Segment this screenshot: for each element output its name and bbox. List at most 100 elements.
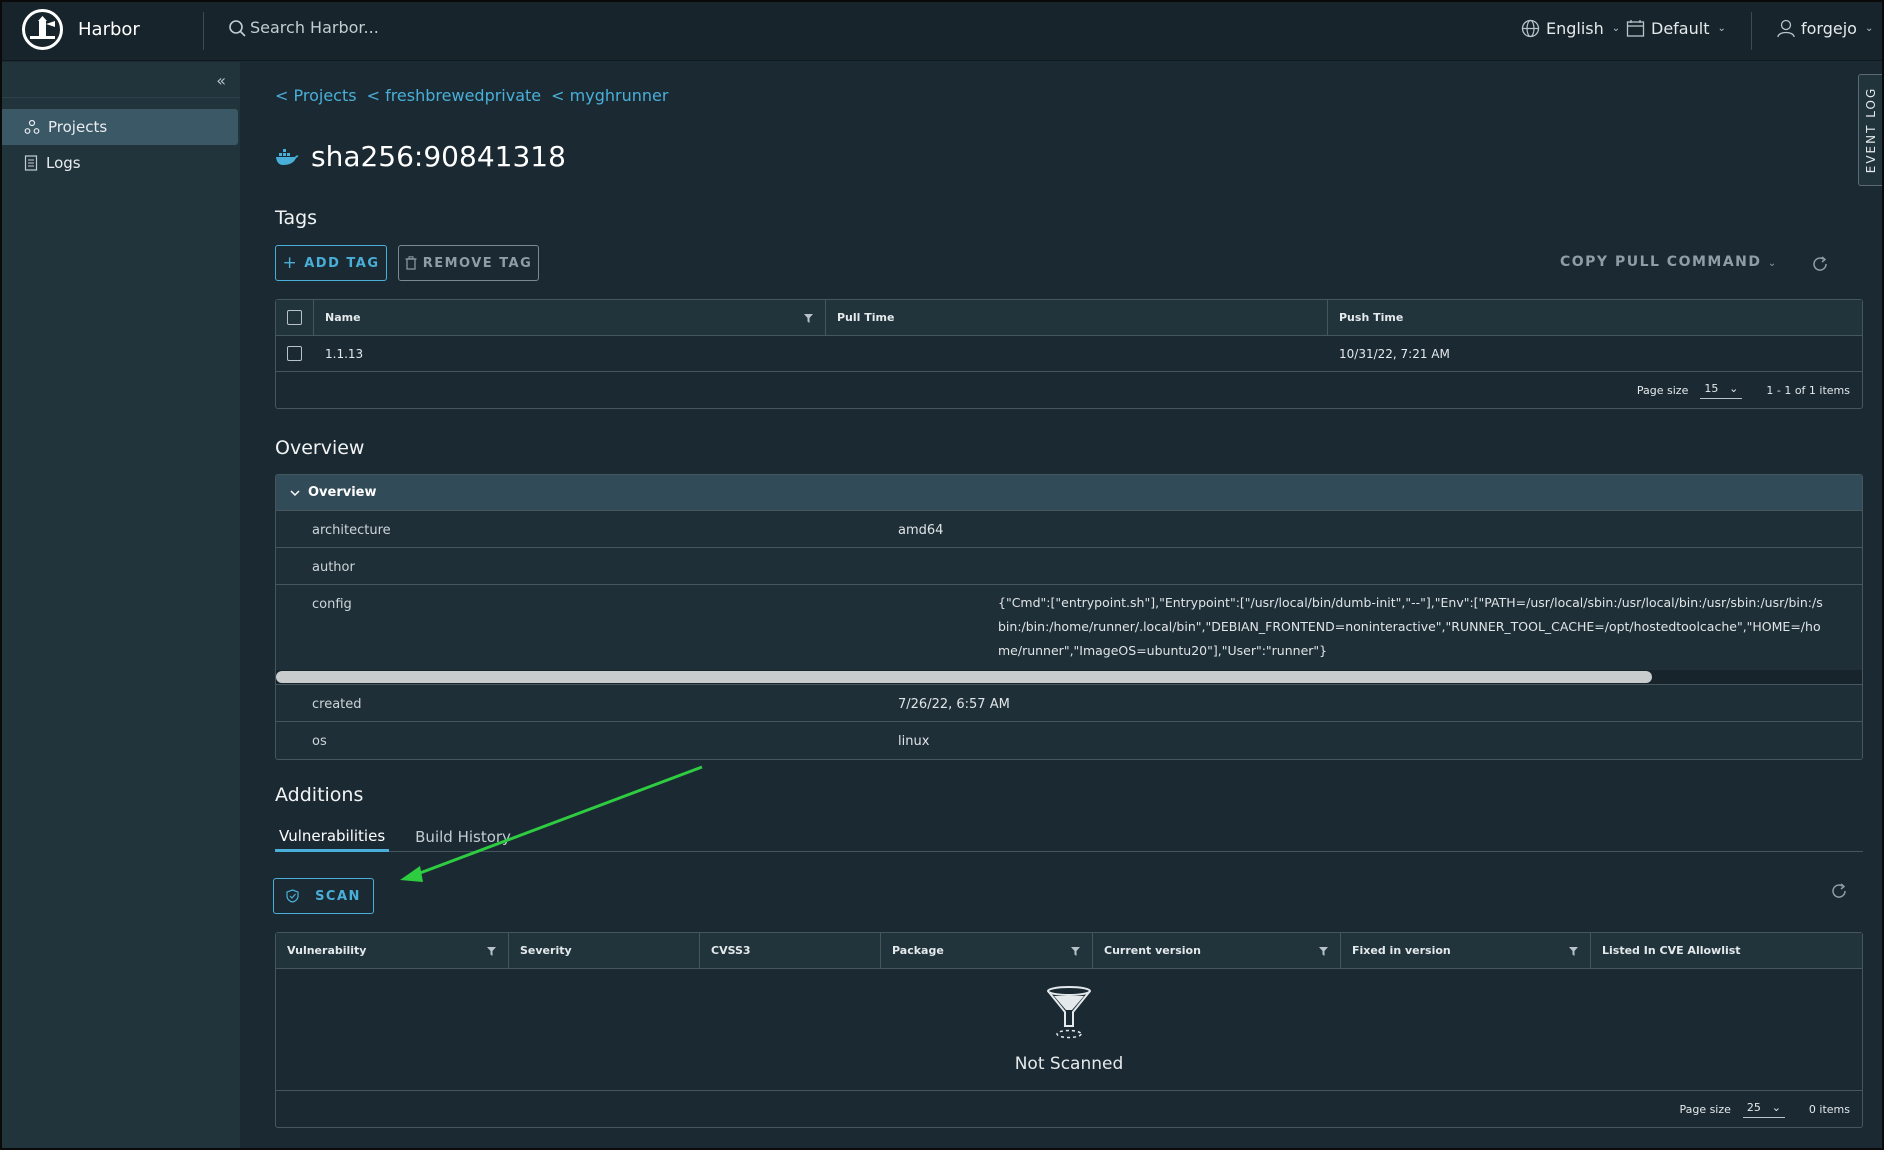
sidebar: « Projects Logs	[2, 62, 240, 1148]
page-size-select[interactable]: 15 ⌄	[1700, 381, 1743, 399]
collapse-sidebar-icon[interactable]: «	[216, 71, 226, 90]
scrollbar-thumb[interactable]	[276, 671, 1652, 684]
refresh-tags-icon[interactable]	[1811, 255, 1829, 273]
chevron-down-icon: ⌄	[1611, 23, 1621, 34]
row-select-cell	[276, 336, 314, 371]
event-log-label: EVENT LOG	[1863, 86, 1878, 174]
language-dropdown[interactable]: English ⌄	[1521, 19, 1620, 38]
column-label: Name	[325, 311, 361, 324]
column-label: Pull Time	[837, 311, 895, 324]
overview-stack-header[interactable]: Overview	[276, 475, 1862, 511]
logs-icon	[24, 155, 38, 171]
copy-pull-command-dropdown[interactable]: COPY PULL COMMAND ⌄	[1560, 254, 1778, 270]
chevron-down-icon: ⌄	[1717, 23, 1726, 34]
row-value: amd64	[898, 523, 944, 538]
refresh-vulnerabilities-icon[interactable]	[1830, 882, 1848, 900]
calendar-icon	[1626, 20, 1645, 37]
plus-icon: +	[282, 253, 299, 273]
column-label: CVSS3	[711, 944, 751, 957]
column-cve-allowlist[interactable]: Listed In CVE Allowlist	[1591, 933, 1862, 968]
trash-icon	[405, 256, 417, 270]
sidebar-item-projects[interactable]: Projects	[2, 109, 238, 145]
main-content: < Projects < freshbrewedprivate < myghru…	[240, 62, 1882, 1148]
select-all-checkbox[interactable]	[287, 310, 302, 325]
tab-build-history[interactable]: Build History	[411, 822, 515, 852]
page-size-select[interactable]: 25 ⌄	[1742, 1100, 1785, 1118]
column-current-version[interactable]: Current version	[1093, 933, 1341, 968]
filter-icon[interactable]	[1319, 947, 1328, 956]
tags-section-title: Tags	[275, 207, 318, 229]
breadcrumb-projects[interactable]: < Projects	[275, 86, 357, 105]
copy-pull-label: COPY PULL COMMAND	[1560, 254, 1762, 270]
row-value: 7/26/22, 6:57 AM	[898, 697, 1010, 712]
select-all-cell	[276, 300, 314, 335]
globe-icon	[1521, 19, 1540, 38]
search-placeholder: Search Harbor...	[250, 18, 379, 37]
row-key: architecture	[312, 523, 391, 538]
add-tag-button[interactable]: + ADD TAG	[275, 245, 387, 281]
column-pull-time[interactable]: Pull Time	[826, 300, 1328, 335]
projects-icon	[24, 119, 40, 134]
sidebar-item-label: Logs	[46, 154, 81, 172]
brand[interactable]: Harbor	[22, 9, 140, 50]
harbor-logo-icon	[22, 9, 63, 50]
funnel-icon	[1047, 985, 1091, 1038]
row-key: os	[312, 734, 327, 749]
column-push-time[interactable]: Push Time	[1328, 300, 1862, 335]
breadcrumb-project[interactable]: < freshbrewedprivate	[367, 86, 542, 105]
row-key: author	[312, 560, 355, 575]
tags-grid-footer: Page size 15 ⌄ 1 - 1 of 1 items	[276, 372, 1862, 408]
event-log-toggle[interactable]: EVENT LOG	[1858, 74, 1882, 186]
chevron-down-icon: ⌄	[1864, 23, 1874, 34]
chevron-down-icon: ⌄	[1767, 258, 1778, 269]
column-label: Package	[892, 944, 944, 957]
sidebar-item-logs[interactable]: Logs	[2, 145, 240, 181]
horizontal-scrollbar[interactable]	[276, 670, 1862, 684]
column-fixed-in-version[interactable]: Fixed in version	[1341, 933, 1591, 968]
overview-stack-view: Overview architecture amd64 author confi…	[275, 474, 1863, 760]
top-header: Harbor Search Harbor... English ⌄ Defaul…	[0, 0, 1884, 61]
scan-button[interactable]: SCAN	[273, 878, 374, 914]
filter-icon[interactable]	[1569, 947, 1578, 956]
scan-label: SCAN	[315, 888, 361, 904]
tags-grid-header: Name Pull Time Push Time	[276, 300, 1862, 336]
filter-icon[interactable]	[1071, 947, 1080, 956]
row-key: config	[312, 597, 352, 612]
page-size-value: 25	[1746, 1100, 1761, 1114]
header-divider	[1751, 12, 1752, 50]
column-label: Fixed in version	[1352, 944, 1451, 957]
column-severity[interactable]: Severity	[509, 933, 700, 968]
remove-tag-button[interactable]: REMOVE TAG	[398, 245, 539, 281]
column-label: Push Time	[1339, 311, 1404, 324]
page-title: sha256:90841318	[275, 140, 566, 173]
filter-icon[interactable]	[487, 947, 496, 956]
column-name[interactable]: Name	[314, 300, 826, 335]
page-size-value: 15	[1704, 381, 1719, 395]
overview-row-author: author	[276, 548, 1862, 585]
docker-icon	[276, 148, 299, 165]
language-label: English	[1546, 19, 1604, 38]
theme-dropdown[interactable]: Default ⌄	[1626, 19, 1726, 38]
chevron-down-icon: ⌄	[1729, 381, 1739, 395]
tag-pull-time	[826, 336, 1328, 371]
breadcrumb-repository[interactable]: < myghrunner	[551, 86, 668, 105]
column-package[interactable]: Package	[881, 933, 1093, 968]
theme-label: Default	[1651, 19, 1710, 38]
column-cvss3[interactable]: CVSS3	[700, 933, 881, 968]
additions-tabs: Vulnerabilities Build History	[275, 822, 1863, 852]
global-search[interactable]: Search Harbor...	[228, 18, 379, 37]
remove-tag-label: REMOVE TAG	[422, 255, 533, 271]
vulnerabilities-grid-footer: Page size 25 ⌄ 0 items	[276, 1091, 1862, 1127]
column-vulnerability[interactable]: Vulnerability	[276, 933, 509, 968]
add-tag-label: ADD TAG	[304, 255, 380, 271]
sidebar-toolbar: «	[2, 62, 240, 98]
stack-header-label: Overview	[308, 485, 377, 500]
header-divider	[203, 12, 204, 50]
filter-icon[interactable]	[804, 314, 813, 323]
user-menu[interactable]: forgejo ⌄	[1777, 19, 1873, 38]
table-row[interactable]: 1.1.13 10/31/22, 7:21 AM	[276, 336, 1862, 372]
tab-vulnerabilities[interactable]: Vulnerabilities	[275, 822, 390, 852]
brand-name: Harbor	[78, 19, 140, 40]
row-checkbox[interactable]	[287, 346, 302, 361]
row-value: linux	[898, 734, 930, 749]
